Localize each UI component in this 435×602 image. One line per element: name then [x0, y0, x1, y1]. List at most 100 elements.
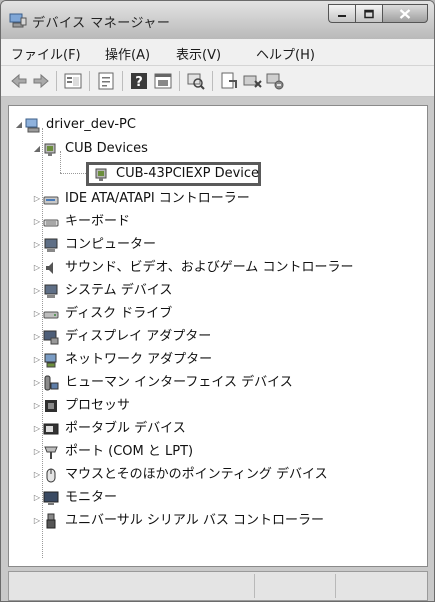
expand-arrow-icon[interactable]: ▷	[32, 280, 42, 302]
tree-node-network-adapters[interactable]: ▷ ネットワーク アダプター	[9, 349, 419, 371]
toolbar-separator	[179, 71, 180, 91]
properties-icon[interactable]	[96, 71, 116, 91]
expand-arrow-icon[interactable]: ▷	[32, 234, 42, 256]
portable-device-icon	[43, 423, 59, 435]
show-hide-tree-icon[interactable]	[63, 71, 83, 91]
expand-arrow-icon[interactable]: ▷	[32, 257, 42, 279]
toolbar-separator	[212, 71, 213, 91]
status-bar	[8, 571, 428, 601]
disable-device-icon[interactable]	[242, 71, 262, 91]
toolbar-separator	[122, 71, 123, 91]
keyboard-icon	[43, 219, 59, 227]
toolbar-separator	[89, 71, 90, 91]
device-manager-window: デバイス マネージャー ファイル(F) 操作(A) 表示(V) ヘルプ(H) ?…	[0, 0, 435, 602]
tree-node-ide-controller[interactable]: ▷ IDE ATA/ATAPI コントローラー	[9, 188, 419, 210]
tree-node-sound[interactable]: ▷ サウンド、ビデオ、およびゲーム コントローラー	[9, 257, 429, 279]
expand-arrow-icon[interactable]: ▷	[32, 464, 42, 486]
tree-node-system-devices[interactable]: ▷ システム デバイス	[9, 280, 419, 302]
expand-arrow-icon[interactable]: ▷	[32, 303, 42, 325]
tree-node-label: コンピューター	[65, 237, 157, 252]
tree-root-node[interactable]: ◢ driver_dev-PC	[9, 114, 409, 136]
computer-icon	[25, 118, 40, 133]
disk-drive-icon	[43, 311, 59, 319]
tree-node-label: モニター	[65, 490, 118, 505]
tree-node-display-adapters[interactable]: ▷ ディスプレイ アダプター	[9, 326, 419, 348]
tree-node-mice[interactable]: ▷ マウスとそのほかのポインティング デバイス	[9, 464, 419, 486]
tree-node-label: プロセッサ	[65, 398, 131, 413]
back-arrow-icon[interactable]	[9, 71, 29, 91]
tree-node-usb-controllers[interactable]: ▷ ユニバーサル シリアル バス コントローラー	[9, 510, 419, 532]
expand-arrow-icon[interactable]: ▷	[32, 487, 42, 509]
close-button[interactable]	[382, 4, 428, 23]
expand-arrow-icon[interactable]: ▷	[32, 326, 42, 348]
tree-node-label: マウスとそのほかのポインティング デバイス	[65, 467, 328, 482]
tree-node-label: ユニバーサル シリアル バス コントローラー	[65, 513, 325, 528]
tree-node-label: ポート (COM と LPT)	[65, 444, 194, 459]
menu-help[interactable]: ヘルプ(H)	[256, 44, 315, 63]
menu-action[interactable]: 操作(A)	[105, 44, 150, 63]
device-tree[interactable]: ◢ driver_dev-PC ◢ CUB Devices CUB-43PCIE…	[8, 105, 428, 567]
tree-node-computer[interactable]: ▷ コンピューター	[9, 234, 419, 256]
monitor-icon	[43, 491, 59, 505]
usb-icon	[46, 513, 56, 529]
processor-icon	[45, 400, 57, 412]
expand-arrow-icon[interactable]: ▷	[32, 395, 42, 417]
system-device-icon	[44, 284, 58, 298]
tree-node-label: システム デバイス	[65, 283, 173, 298]
menu-file[interactable]: ファイル(F)	[11, 44, 81, 63]
hid-icon	[44, 375, 59, 391]
tree-node-hid[interactable]: ▷ ヒューマン インターフェイス デバイス	[9, 372, 419, 394]
port-icon	[44, 446, 58, 459]
mouse-icon	[46, 468, 56, 483]
view-icon[interactable]	[153, 71, 173, 91]
window-controls	[328, 4, 428, 26]
tree-node-cub-devices[interactable]: ◢ CUB Devices	[9, 138, 409, 160]
tree-node-label: ネットワーク アダプター	[65, 352, 213, 367]
tree-node-monitors[interactable]: ▷ モニター	[9, 487, 419, 509]
tree-node-label: キーボード	[65, 214, 131, 229]
network-adapter-icon	[44, 353, 57, 368]
window-title: デバイス マネージャー	[32, 16, 171, 31]
minimize-button[interactable]	[328, 4, 355, 23]
tree-node-keyboard[interactable]: ▷ キーボード	[9, 211, 419, 233]
tree-node-cub-43pciexp-device[interactable]: CUB-43PCIEXP Device	[88, 163, 260, 185]
collapse-arrow-icon[interactable]: ◢	[32, 138, 42, 160]
expand-arrow-icon[interactable]: ▷	[32, 510, 42, 532]
speaker-icon	[46, 262, 53, 274]
display-adapter-icon	[43, 330, 59, 345]
collapse-arrow-icon[interactable]: ◢	[14, 114, 24, 136]
status-pane	[11, 574, 255, 598]
expand-arrow-icon[interactable]: ▷	[32, 349, 42, 371]
tree-node-processors[interactable]: ▷ プロセッサ	[9, 395, 419, 417]
expand-arrow-icon[interactable]: ▷	[32, 418, 42, 440]
menu-view[interactable]: 表示(V)	[176, 44, 221, 63]
uninstall-device-icon[interactable]	[265, 71, 285, 91]
tree-node-label: ディスプレイ アダプター	[65, 329, 212, 344]
expand-arrow-icon[interactable]: ▷	[32, 441, 42, 463]
maximize-icon	[364, 9, 374, 18]
cub-devices-icon	[44, 143, 56, 156]
tree-root-label: driver_dev-PC	[46, 117, 136, 132]
ide-controller-icon	[43, 196, 59, 205]
svg-text:?: ?	[135, 75, 143, 90]
pci-device-icon	[95, 168, 107, 181]
tree-node-portable-devices[interactable]: ▷ ポータブル デバイス	[9, 418, 419, 440]
title-bar[interactable]: デバイス マネージャー	[1, 1, 434, 39]
update-driver-icon[interactable]	[219, 71, 239, 91]
expand-arrow-icon[interactable]: ▷	[32, 211, 42, 233]
tree-node-label: IDE ATA/ATAPI コントローラー	[65, 191, 250, 206]
tree-node-disk-drives[interactable]: ▷ ディスク ドライブ	[9, 303, 419, 325]
menu-bar: ファイル(F) 操作(A) 表示(V) ヘルプ(H)	[1, 39, 434, 66]
selected-device-label: CUB-43PCIEXP Device	[116, 166, 260, 181]
scan-hardware-icon[interactable]	[186, 71, 206, 91]
forward-arrow-icon[interactable]	[31, 71, 51, 91]
expand-arrow-icon[interactable]: ▷	[32, 188, 42, 210]
maximize-button[interactable]	[355, 4, 382, 23]
minimize-icon	[338, 14, 346, 17]
tree-connector-line	[60, 173, 88, 174]
tree-node-label: ポータブル デバイス	[65, 421, 186, 436]
tree-node-ports[interactable]: ▷ ポート (COM と LPT)	[9, 441, 419, 463]
expand-arrow-icon[interactable]: ▷	[32, 372, 42, 394]
help-icon[interactable]: ?	[129, 71, 149, 91]
tree-node-label: ディスク ドライブ	[65, 306, 173, 321]
